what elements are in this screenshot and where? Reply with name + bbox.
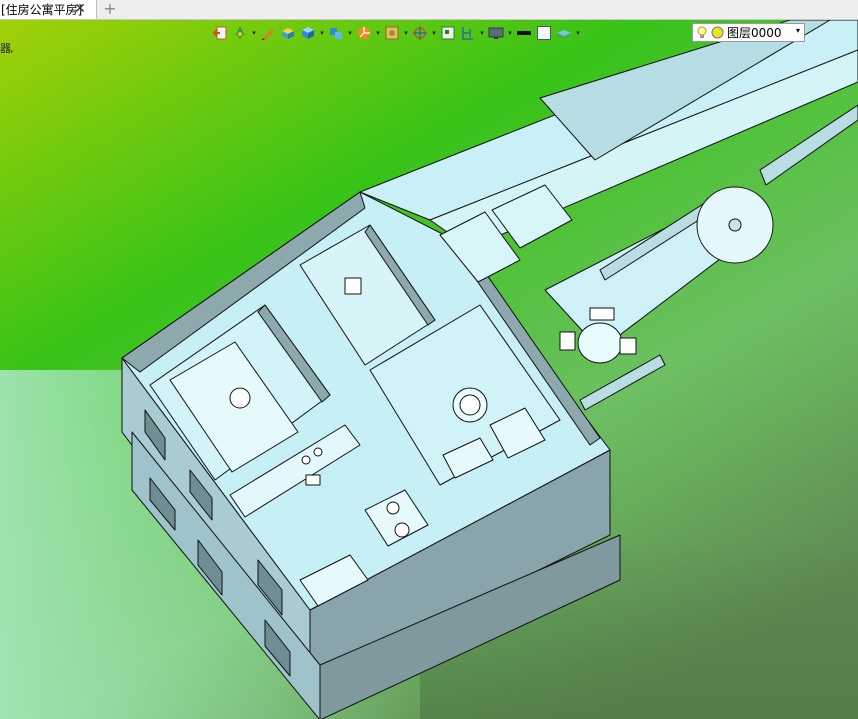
- chevron-down-icon[interactable]: ▾: [796, 26, 800, 35]
- terrace-table: [577, 322, 623, 364]
- layer-select[interactable]: 图层0000 ▾: [692, 23, 805, 42]
- coffee-table-inner: [459, 394, 481, 416]
- layer-stack-icon[interactable]: [554, 23, 574, 43]
- stove-2: [313, 447, 323, 457]
- spiral-stair-core: [728, 218, 742, 232]
- square-icon[interactable]: [438, 23, 458, 43]
- model-scene: [0, 20, 858, 719]
- pencil-icon[interactable]: [258, 23, 278, 43]
- document-tab-bar: [住房公寓平房] ✕ +: [0, 0, 858, 20]
- blue-blocks-icon[interactable]: [326, 23, 346, 43]
- orange-pie-icon[interactable]: [354, 23, 374, 43]
- dining-chair-2: [394, 522, 410, 538]
- add-tab-button[interactable]: +: [101, 0, 119, 19]
- chevron-down-icon[interactable]: ▾: [318, 23, 326, 43]
- chevron-down-icon[interactable]: ▾: [250, 23, 258, 43]
- view-toolbar: ▾ ▾ ▾ ▾ ▾ ▾ ▾ ▾ ▾: [210, 22, 582, 44]
- chevron-down-icon[interactable]: ▾: [374, 23, 382, 43]
- lightbulb-icon[interactable]: [696, 26, 708, 40]
- chevron-down-icon[interactable]: ▾: [402, 23, 410, 43]
- layered-box-icon[interactable]: [278, 23, 298, 43]
- bracket-icon[interactable]: [458, 23, 478, 43]
- sink: [305, 474, 321, 486]
- terrace-chair-3: [619, 337, 637, 355]
- terrace-chair-2: [559, 331, 576, 351]
- chevron-down-icon[interactable]: ▾: [346, 23, 354, 43]
- roll-icon[interactable]: [382, 23, 402, 43]
- dining-chair-1: [386, 501, 400, 515]
- close-icon[interactable]: ✕: [73, 1, 87, 17]
- chevron-down-icon[interactable]: ▾: [478, 23, 486, 43]
- exit-icon[interactable]: [210, 23, 230, 43]
- chevron-down-icon[interactable]: ▾: [574, 23, 582, 43]
- pen-tool-icon[interactable]: [230, 23, 250, 43]
- side-panel-glyph[interactable]: 器,: [0, 40, 13, 56]
- bed-circle: [229, 387, 251, 409]
- chevron-down-icon[interactable]: ▾: [430, 23, 438, 43]
- monitor-icon[interactable]: [486, 23, 506, 43]
- white-square-icon[interactable]: [534, 23, 554, 43]
- black-bar-icon[interactable]: [514, 23, 534, 43]
- stove-1: [301, 455, 311, 465]
- chevron-down-icon[interactable]: ▾: [506, 23, 514, 43]
- terrace-chair-1: [589, 307, 615, 321]
- layer-color-icon[interactable]: [711, 26, 724, 39]
- bath-fixture: [344, 277, 362, 295]
- document-tab[interactable]: [住房公寓平房] ✕: [0, 0, 97, 19]
- crosshair-icon[interactable]: [410, 23, 430, 43]
- layer-name: 图层0000: [727, 26, 782, 40]
- 3d-viewport[interactable]: [0, 20, 858, 719]
- document-tab-title: [住房公寓平房]: [1, 3, 83, 17]
- blue-cube-icon[interactable]: [298, 23, 318, 43]
